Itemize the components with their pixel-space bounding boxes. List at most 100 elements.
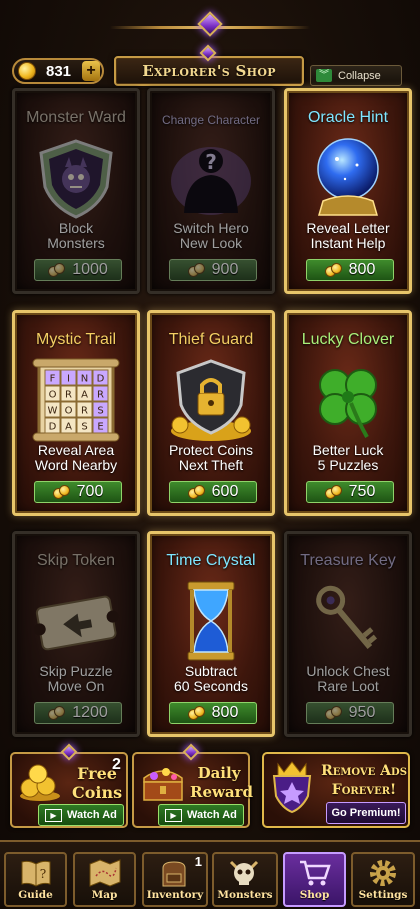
coins-icon bbox=[324, 485, 343, 499]
price-button[interactable]: 800 bbox=[306, 259, 394, 281]
price-value: 800 bbox=[211, 704, 239, 721]
top-gem-icon bbox=[197, 11, 223, 37]
grid-letter: R bbox=[81, 406, 88, 417]
backpack-icon bbox=[162, 861, 186, 887]
hourglass-icon bbox=[187, 581, 235, 661]
price-value: 600 bbox=[211, 483, 239, 500]
item-description: Switch Hero New Look bbox=[173, 220, 249, 251]
skull-icon bbox=[229, 860, 259, 885]
price-value: 750 bbox=[348, 483, 376, 500]
nav-label: Map bbox=[91, 889, 118, 901]
svg-text:?: ? bbox=[40, 867, 46, 881]
nav-shop[interactable]: Shop bbox=[283, 852, 346, 907]
item-name: Mystic Trail bbox=[36, 331, 116, 348]
item-description: Subtract 60 Seconds bbox=[174, 663, 248, 694]
nav-monsters[interactable]: Monsters bbox=[212, 852, 278, 907]
remove-ads-title: Remove Ads Forever! bbox=[321, 763, 407, 798]
silhouette-icon: ? bbox=[171, 147, 251, 215]
daily-reward-promo[interactable]: Daily Reward ▶ Watch Ad bbox=[132, 752, 254, 828]
price-button[interactable]: 800 bbox=[169, 702, 257, 724]
price-button[interactable]: 700 bbox=[34, 481, 122, 503]
item-description: Better Luck 5 Puzzles bbox=[312, 442, 384, 473]
item-name: Time Crystal bbox=[166, 552, 256, 569]
coin-balance: 831 + bbox=[12, 58, 104, 84]
cart-icon bbox=[300, 860, 331, 886]
shop-title-banner: Explorer's Shop bbox=[114, 56, 304, 86]
item-name: Oracle Hint bbox=[307, 109, 389, 126]
map-icon bbox=[89, 859, 121, 887]
shop-item-mystic-trail[interactable]: Mystic Trail FINDORARWORSDASE Reveal Are… bbox=[12, 310, 140, 516]
shop-item-change-character[interactable]: Change Character ? Switch Hero New Look 9… bbox=[147, 88, 275, 294]
crystal-ball-icon bbox=[317, 138, 379, 216]
item-name: Change Character bbox=[161, 113, 261, 127]
shop-screen: 831 + Explorer's Shop ︾ Collapse Monster… bbox=[0, 0, 420, 909]
grid-letter: R bbox=[97, 390, 104, 401]
shop-item-treasure-key[interactable]: Treasure Key Unlock Chest Rare Loot 950 bbox=[284, 531, 412, 737]
shop-item-monster-ward[interactable]: Monster Ward Block Monsters 1000 bbox=[12, 88, 140, 294]
top-ornament bbox=[110, 6, 310, 40]
nav-guide[interactable]: ? Guide bbox=[4, 852, 67, 907]
go-premium-button[interactable]: Go Premium! bbox=[326, 802, 406, 824]
watch-ad-button[interactable]: ▶ Watch Ad bbox=[38, 804, 124, 826]
price-value: 900 bbox=[211, 261, 239, 278]
grid-letter: D bbox=[97, 374, 105, 385]
price-value: 800 bbox=[348, 261, 376, 278]
nav-label: Inventory bbox=[146, 889, 204, 901]
price-value: 1000 bbox=[72, 261, 108, 278]
grid-letter: W bbox=[48, 406, 58, 417]
shop-item-thief-guard[interactable]: Thief Guard Protect Coins Next Theft 600 bbox=[147, 310, 275, 516]
coins-icon bbox=[187, 706, 206, 720]
item-name: Treasure Key bbox=[300, 552, 396, 569]
coin-pile-icon bbox=[20, 764, 60, 801]
svg-text:?: ? bbox=[205, 150, 217, 174]
grid-letter: E bbox=[97, 422, 103, 433]
collapse-button[interactable]: ︾ Collapse bbox=[310, 65, 402, 86]
film-icon: ▶ bbox=[165, 808, 182, 822]
shop-item-oracle-hint[interactable]: Oracle Hint Reveal Letter Instant Help 80… bbox=[284, 88, 412, 294]
price-button[interactable]: 1200 bbox=[34, 702, 122, 724]
grid-letter: R bbox=[65, 390, 72, 401]
nav-label: Settings bbox=[358, 889, 408, 901]
remove-ads-promo[interactable]: Remove Ads Forever! Go Premium! bbox=[262, 752, 410, 828]
shop-item-grid: Monster Ward Block Monsters 1000 Change C… bbox=[8, 88, 412, 738]
shop-item-time-crystal[interactable]: Time Crystal Subtract 60 Seconds 800 bbox=[147, 531, 275, 737]
free-coins-badge: 2 bbox=[112, 756, 121, 773]
treasure-chest-icon bbox=[143, 768, 183, 801]
nav-label: Guide bbox=[18, 889, 53, 901]
watch-ad-label: Watch Ad bbox=[187, 809, 237, 821]
skip-ticket-icon bbox=[33, 595, 119, 651]
grid-letter: D bbox=[49, 422, 57, 433]
price-button[interactable]: 1000 bbox=[34, 259, 122, 281]
price-value: 700 bbox=[76, 483, 104, 500]
watch-ad-button[interactable]: ▶ Watch Ad bbox=[158, 804, 244, 826]
gear-icon bbox=[370, 860, 396, 886]
go-premium-label: Go Premium! bbox=[331, 807, 401, 819]
price-button[interactable]: 750 bbox=[306, 481, 394, 503]
daily-reward-title: Daily Reward bbox=[190, 764, 254, 801]
key-icon bbox=[316, 585, 377, 649]
inventory-badge: 1 bbox=[194, 854, 202, 869]
nav-inventory[interactable]: 1 Inventory bbox=[142, 852, 208, 907]
nav-settings[interactable]: Settings bbox=[351, 852, 415, 907]
film-icon: ▶ bbox=[45, 808, 62, 822]
free-coins-promo[interactable]: Free Coins 2 ▶ Watch Ad bbox=[10, 752, 128, 828]
grid-letter: S bbox=[81, 422, 87, 433]
add-coins-button[interactable]: + bbox=[82, 61, 100, 81]
item-name: Thief Guard bbox=[168, 331, 254, 348]
grid-letter: O bbox=[49, 390, 57, 401]
coin-count: 831 bbox=[46, 62, 72, 80]
price-button[interactable]: 900 bbox=[169, 259, 257, 281]
shield-demon-icon bbox=[39, 139, 113, 219]
price-button[interactable]: 600 bbox=[169, 481, 257, 503]
item-description: Skip Puzzle Move On bbox=[39, 663, 113, 694]
double-chevron-icon: ︾ bbox=[316, 69, 332, 82]
crown-shield-icon bbox=[272, 761, 312, 814]
price-button[interactable]: 950 bbox=[306, 702, 394, 724]
coin-icon bbox=[18, 62, 36, 80]
coins-icon bbox=[324, 706, 343, 720]
coins-icon bbox=[324, 263, 343, 277]
grid-letter: A bbox=[81, 390, 88, 401]
shop-item-lucky-clover[interactable]: Lucky Clover Better Luck 5 Puzzles 750 bbox=[284, 310, 412, 516]
shop-item-skip-token[interactable]: Skip Token Skip Puzzle Move On 1200 bbox=[12, 531, 140, 737]
nav-map[interactable]: Map bbox=[73, 852, 136, 907]
